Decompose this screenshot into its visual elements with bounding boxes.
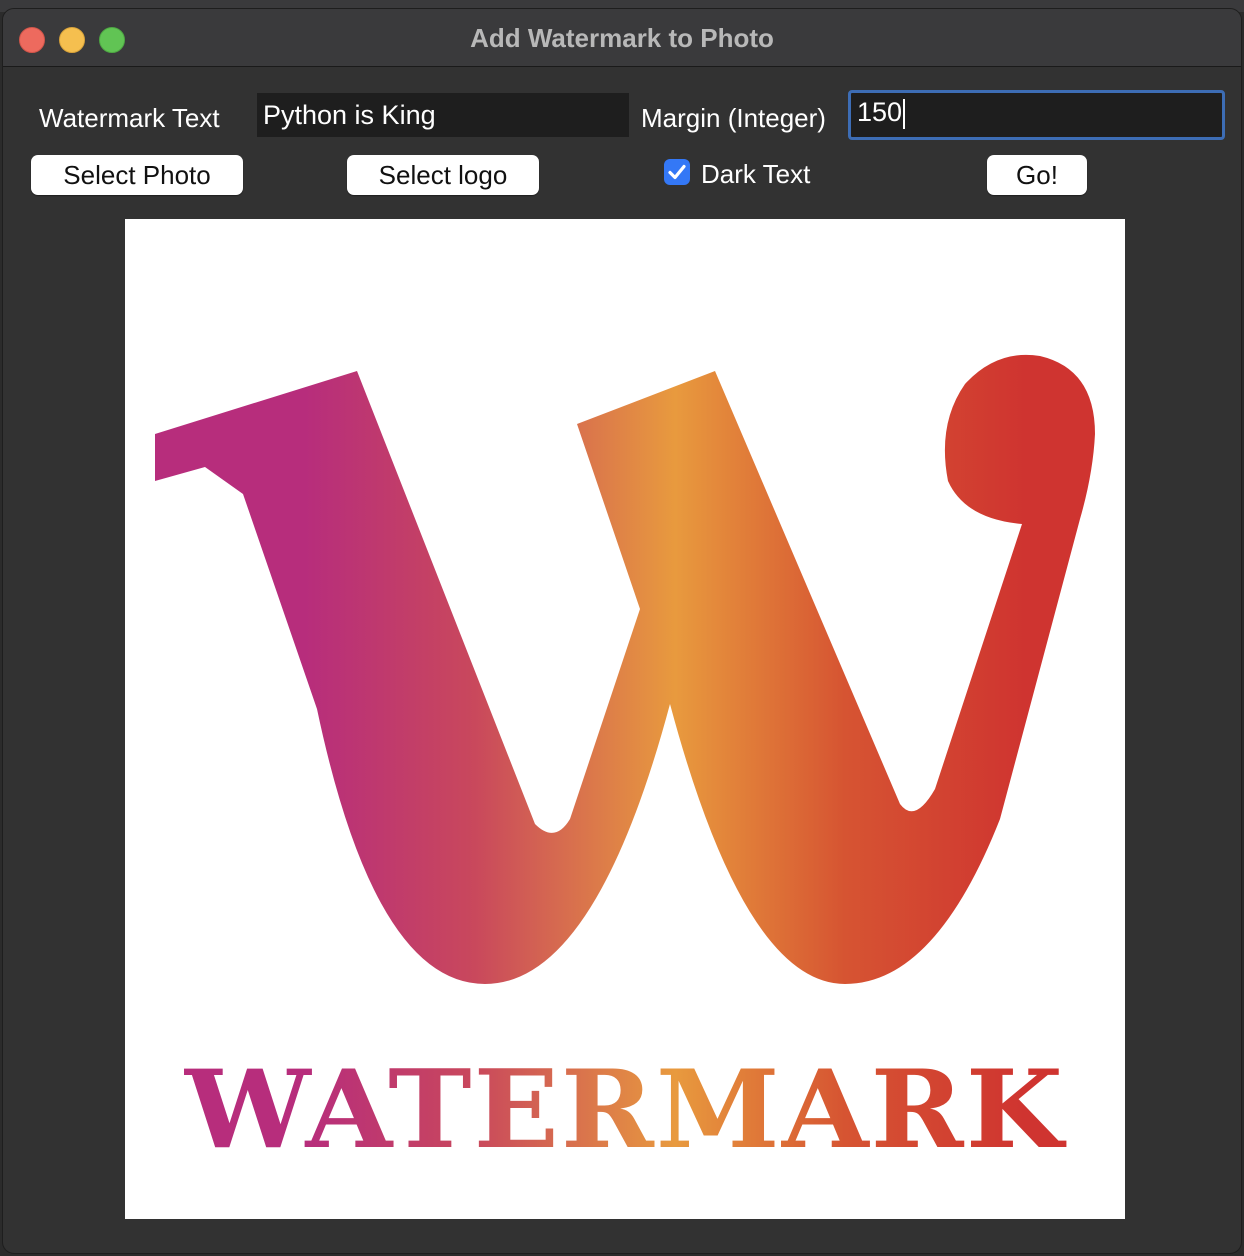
watermark-logo-image: WATERMARK	[155, 354, 1095, 1173]
title-bar: Add Watermark to Photo	[3, 9, 1241, 67]
watermark-text-value: Python is King	[263, 100, 436, 130]
watermark-text-input[interactable]: Python is King	[257, 93, 629, 137]
margin-input[interactable]: 150	[848, 90, 1225, 140]
watermark-text-label: Watermark Text	[39, 103, 220, 133]
margin-label: Margin (Integer)	[641, 103, 826, 133]
text-caret	[903, 98, 906, 129]
margin-value: 150	[857, 97, 903, 127]
photo-preview: WATERMARK	[125, 219, 1125, 1219]
app-window: Add Watermark to Photo Watermark Text Py…	[2, 8, 1242, 1254]
checkmark-icon	[668, 164, 686, 180]
go-button[interactable]: Go!	[987, 155, 1087, 195]
logo-w-glyph	[155, 354, 1095, 984]
dark-text-checkbox[interactable]	[664, 159, 690, 185]
dark-text-label: Dark Text	[701, 159, 811, 189]
window-title: Add Watermark to Photo	[470, 23, 774, 53]
logo-wordmark: WATERMARK	[184, 1047, 1067, 1173]
select-photo-button[interactable]: Select Photo	[31, 155, 243, 195]
select-logo-button[interactable]: Select logo	[347, 155, 539, 195]
